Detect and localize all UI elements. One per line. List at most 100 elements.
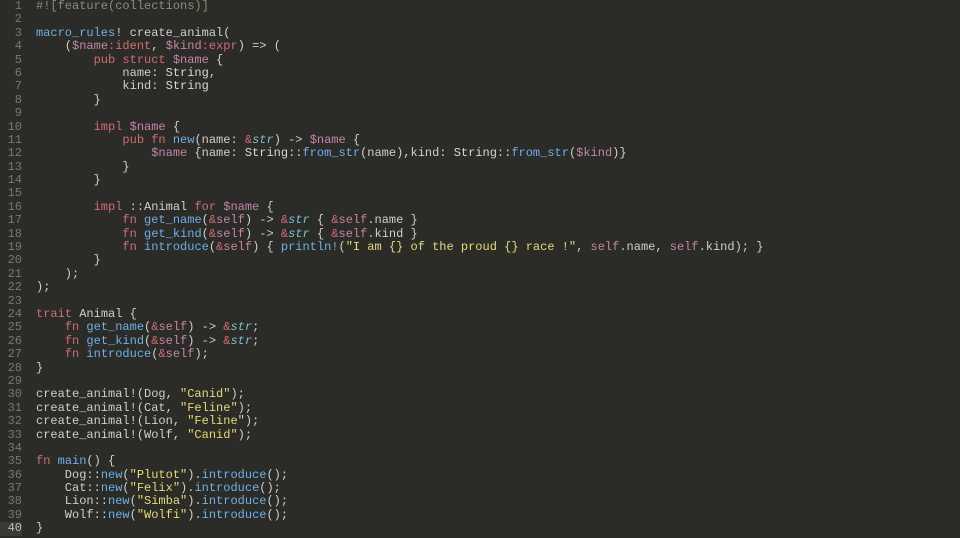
code-line[interactable]	[36, 187, 763, 200]
line-number: 13	[0, 161, 22, 174]
code-line[interactable]: create_animal!(Lion, "Feline");	[36, 415, 763, 428]
token: &	[331, 227, 338, 241]
token: Lion::	[36, 494, 108, 508]
code-line[interactable]: );	[36, 268, 763, 281]
code-line[interactable]: impl $name {	[36, 121, 763, 134]
token: str	[230, 334, 252, 348]
token: #![feature(collections)]	[36, 0, 209, 13]
token: &	[331, 213, 338, 227]
line-number: 35	[0, 455, 22, 468]
token: ) ->	[245, 213, 281, 227]
token: (	[122, 468, 129, 482]
code-editor[interactable]: #![feature(collections)] macro_rules! cre…	[30, 0, 763, 538]
code-line[interactable]	[36, 442, 763, 455]
code-line[interactable]: kind: String	[36, 80, 763, 93]
token: (name),kind:	[360, 146, 454, 160]
token: Wolf::	[36, 508, 108, 522]
token: {	[259, 200, 273, 214]
token	[36, 200, 94, 214]
token: name:	[36, 66, 166, 80]
code-line[interactable]: Wolf::new("Wolfi").introduce();	[36, 509, 763, 522]
token: ) ->	[187, 320, 223, 334]
token: "Felix"	[130, 481, 180, 495]
token: self	[166, 347, 195, 361]
token: ) {	[252, 240, 281, 254]
token: fn	[65, 334, 79, 348]
code-line[interactable]: trait Animal {	[36, 308, 763, 321]
code-line[interactable]: }	[36, 362, 763, 375]
code-line[interactable]: pub struct $name {	[36, 54, 763, 67]
code-line[interactable]	[36, 107, 763, 120]
line-number: 36	[0, 469, 22, 482]
code-line[interactable]: ($name:ident, $kind:expr) => (	[36, 40, 763, 53]
code-line[interactable]: }	[36, 522, 763, 535]
code-line[interactable]: fn get_name(&self) -> &str;	[36, 321, 763, 334]
token: }	[36, 160, 130, 174]
code-line[interactable]	[36, 375, 763, 388]
token	[36, 53, 94, 67]
token: new	[101, 481, 123, 495]
token: ) ->	[187, 334, 223, 348]
line-number: 20	[0, 254, 22, 267]
token: $name	[151, 146, 187, 160]
code-line[interactable]: Dog::new("Plutot").introduce();	[36, 469, 763, 482]
code-line[interactable]	[36, 295, 763, 308]
line-number: 14	[0, 174, 22, 187]
token: self	[223, 240, 252, 254]
code-line[interactable]: name: String,	[36, 67, 763, 80]
code-line[interactable]	[36, 13, 763, 26]
line-number: 1	[0, 0, 22, 13]
code-line[interactable]: macro_rules! create_animal(	[36, 27, 763, 40]
token: &	[245, 133, 252, 147]
token: from_str	[511, 146, 569, 160]
line-number: 8	[0, 94, 22, 107]
token: introduce	[144, 240, 209, 254]
code-line[interactable]: create_animal!(Wolf, "Canid");	[36, 429, 763, 442]
code-line[interactable]: fn main() {	[36, 455, 763, 468]
token: println!	[281, 240, 339, 254]
token: );	[245, 414, 259, 428]
code-line[interactable]: fn get_name(&self) -> &str { &self.name …	[36, 214, 763, 227]
code-line[interactable]: fn get_kind(&self) -> &str;	[36, 335, 763, 348]
token: introduce	[202, 494, 267, 508]
token: ;	[252, 334, 259, 348]
code-line[interactable]: fn introduce(&self);	[36, 348, 763, 361]
token: String	[454, 146, 497, 160]
token: str	[288, 213, 310, 227]
code-line[interactable]: create_animal!(Cat, "Feline");	[36, 402, 763, 415]
code-line[interactable]: Lion::new("Simba").introduce();	[36, 495, 763, 508]
token: $name	[173, 53, 209, 67]
code-line[interactable]: $name {name: String::from_str(name),kind…	[36, 147, 763, 160]
code-line[interactable]: #![feature(collections)]	[36, 0, 763, 13]
token: create_animal!(Cat,	[36, 401, 180, 415]
code-line[interactable]: }	[36, 174, 763, 187]
code-line[interactable]: );	[36, 281, 763, 294]
token: $name	[310, 133, 346, 147]
token: Cat::	[36, 481, 101, 495]
token: new	[108, 508, 130, 522]
code-line[interactable]: }	[36, 161, 763, 174]
code-line[interactable]: pub fn new(name: &str) -> $name {	[36, 134, 763, 147]
code-line[interactable]: fn introduce(&self) { println!("I am {} …	[36, 241, 763, 254]
token: :ident	[108, 39, 151, 53]
token: ) => (	[238, 39, 281, 53]
code-line[interactable]: }	[36, 254, 763, 267]
token: self	[216, 227, 245, 241]
token	[137, 227, 144, 241]
code-line[interactable]: impl ::Animal for $name {	[36, 201, 763, 214]
token: new	[173, 133, 195, 147]
code-line[interactable]: fn get_kind(&self) -> &str { &self.kind …	[36, 228, 763, 241]
token: );	[238, 428, 252, 442]
code-line[interactable]: Cat::new("Felix").introduce();	[36, 482, 763, 495]
line-number: 16	[0, 201, 22, 214]
token: kind:	[36, 79, 166, 93]
token: pub fn	[122, 133, 165, 147]
token: ::	[497, 146, 511, 160]
token	[36, 334, 65, 348]
code-line[interactable]: create_animal!(Dog, "Canid");	[36, 388, 763, 401]
token: Dog::	[36, 468, 101, 482]
line-number: 18	[0, 228, 22, 241]
code-line[interactable]: }	[36, 94, 763, 107]
token: create_animal(	[130, 26, 231, 40]
token	[36, 240, 122, 254]
